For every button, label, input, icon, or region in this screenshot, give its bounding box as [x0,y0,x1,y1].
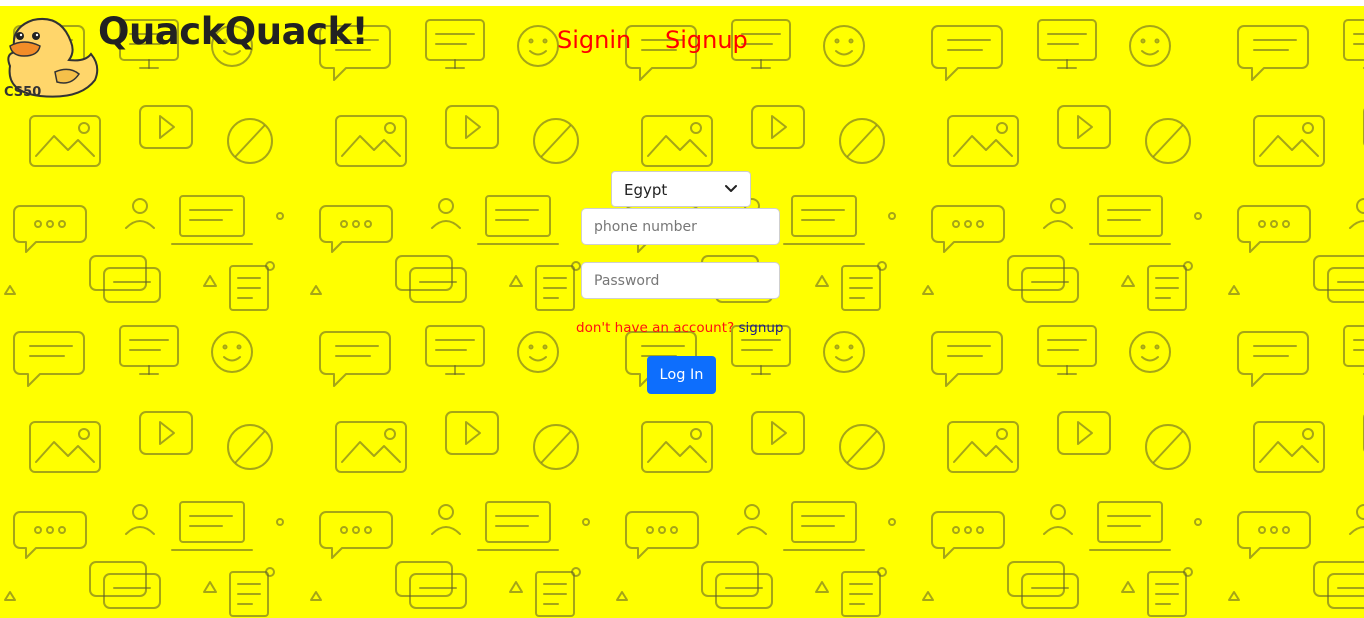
country-select-value: Egypt [624,181,668,199]
password-input[interactable] [581,262,780,299]
chevron-down-icon [725,185,737,192]
phone-number-input[interactable] [581,208,780,245]
page-background: CS50 QuackQuack! Signin Signup Egypt don… [0,6,1364,618]
country-select[interactable]: Egypt [611,171,751,207]
login-form: Egypt don't have an account? signup Log … [0,6,1364,618]
account-prompt: don't have an account? signup [576,320,784,336]
login-button[interactable]: Log In [647,356,716,394]
account-prompt-text: don't have an account? [576,320,735,336]
signup-link[interactable]: signup [738,320,783,336]
